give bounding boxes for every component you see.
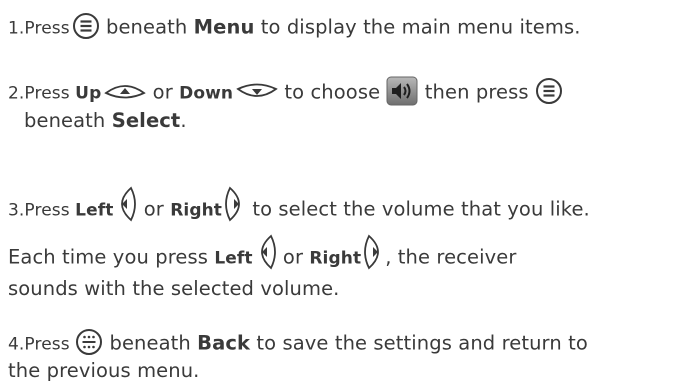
left-key-label: Left bbox=[214, 248, 253, 269]
left-arrow-key-icon bbox=[255, 234, 277, 270]
right-key-label: Right bbox=[309, 248, 362, 269]
menu-softkey-icon bbox=[535, 77, 563, 105]
step-2-number: 2.Press bbox=[8, 83, 76, 104]
up-arrow-key-icon bbox=[104, 81, 147, 101]
down-arrow-key-icon bbox=[236, 81, 278, 101]
step-4-number: 4.Press bbox=[8, 334, 76, 355]
up-key-label: Up bbox=[75, 83, 102, 104]
step-3-number: 3.Press bbox=[8, 200, 76, 221]
step-3-or: or bbox=[137, 197, 171, 221]
step-4-beneath: beneath bbox=[103, 331, 198, 355]
note-prefix: Each time you press bbox=[8, 245, 215, 269]
step-2: 2.Press Up or Down to choose then press bbox=[8, 76, 563, 134]
note-line-2: sounds with the selected volume. bbox=[8, 277, 340, 300]
back-softkey-icon bbox=[75, 328, 103, 356]
right-key-label: Right bbox=[170, 200, 223, 221]
right-arrow-key-icon bbox=[224, 186, 246, 222]
step-2-then: then press bbox=[418, 80, 535, 104]
down-key-label: Down bbox=[179, 83, 234, 104]
step-4-text: to save the settings and return to bbox=[250, 331, 588, 355]
step-3-note: Each time you press Left or Right , the … bbox=[8, 234, 517, 302]
step-2-choose: to choose bbox=[278, 80, 387, 104]
step-2-or: or bbox=[146, 80, 180, 104]
step-1-number: 1.Press bbox=[8, 18, 70, 39]
right-arrow-key-icon bbox=[363, 234, 385, 270]
note-suffix: , the receiver bbox=[385, 245, 517, 269]
step-4: 4.Press beneath Back to save the setting… bbox=[8, 328, 588, 384]
select-key-label: Select bbox=[111, 109, 181, 132]
menu-softkey-icon bbox=[72, 12, 100, 40]
back-key-label: Back bbox=[197, 331, 251, 355]
step-1: 1.Press beneath Menu to display the main… bbox=[8, 12, 581, 42]
step-4-line-2: the previous menu. bbox=[8, 359, 200, 382]
step-2-line-2: beneath Select. bbox=[8, 109, 187, 132]
step-3-text: to select the volume that you like. bbox=[246, 197, 590, 221]
step-2-beneath: beneath bbox=[24, 109, 112, 132]
speaker-volume-icon bbox=[386, 76, 418, 106]
menu-key-label: Menu bbox=[193, 15, 255, 39]
step-1-text: to display the main menu items. bbox=[254, 15, 581, 39]
note-or: or bbox=[276, 245, 310, 269]
step-2-period: . bbox=[180, 109, 187, 132]
left-arrow-key-icon bbox=[115, 186, 137, 222]
step-3: 3.Press Left or Right to select the volu… bbox=[8, 186, 590, 228]
step-1-beneath: beneath bbox=[99, 15, 194, 39]
left-key-label: Left bbox=[75, 200, 114, 221]
